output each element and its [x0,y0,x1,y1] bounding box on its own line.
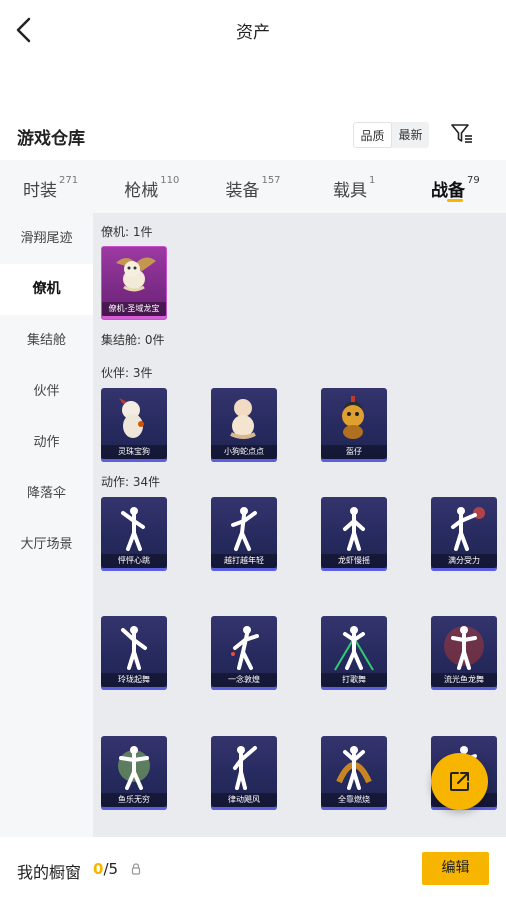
item-card[interactable]: 灵珠宝狗 [101,388,167,462]
item-name: 灵珠宝狗 [101,445,167,459]
item-name: 流光鱼龙舞 [431,673,497,687]
item-card[interactable]: 满分受力 [431,497,497,571]
dancer-silhouette-icon [444,626,484,670]
group-label-partner: 伙伴: 3件 [101,366,153,380]
dancer-silhouette-icon [231,626,259,670]
active-tab-indicator [447,199,464,202]
showcase-count-current: 0 [93,860,104,878]
item-grid: 僚机: 1件 僚机-圣域龙宝 集结舱: 0件 伙伴: 3件 灵珠宝狗 小狗蛇点点 [93,213,506,837]
item-card[interactable]: 小狗蛇点点 [211,388,277,462]
category-tabs: 时装271 枪械110 装备157 载具1 战备79 [0,160,506,213]
dancer-silhouette-icon [118,746,150,790]
dancer-silhouette-icon [451,507,485,551]
tab-vehicles[interactable]: 载具1 [304,160,405,213]
tab-guns[interactable]: 枪械110 [101,160,202,213]
dancer-silhouette-icon [336,746,372,790]
item-card[interactable]: 龙虾慢摇 [321,497,387,571]
tab-count: 79 [467,175,480,187]
tab-fashion[interactable]: 时装271 [0,160,101,213]
sidebar-item-partner[interactable]: 伙伴 [0,366,93,417]
item-name: 满分受力 [431,554,497,568]
item-name: 僚机-圣域龙宝 [102,302,166,316]
showcase-label: 我的橱窗 [17,863,82,882]
tab-label: 装备 [225,181,260,201]
dancer-silhouette-icon [231,507,257,551]
share-external-icon [450,772,469,791]
tab-combat-gear[interactable]: 战备79 [405,160,506,213]
sort-toggle: 品质 最新 [353,122,429,148]
item-card[interactable]: 越打越年轻 [211,497,277,571]
group-label-emote: 动作: 34件 [101,475,161,489]
item-card[interactable]: 一念敦煌 [211,616,277,690]
tab-count: 1 [369,175,376,187]
dancer-silhouette-icon [334,626,374,671]
sidebar-item-glide-trail[interactable]: 滑翔尾迹 [0,213,93,264]
showcase-count-total: /5 [103,860,119,878]
dancer-silhouette-icon [121,626,147,670]
sidebar-item-parachute[interactable]: 降落伞 [0,468,93,519]
item-card[interactable]: 怦怦心跳 [101,497,167,571]
item-name: 怦怦心跳 [101,554,167,568]
showcase-count: 0/5 [93,860,118,878]
sidebar-item-pod[interactable]: 集结舱 [0,315,93,366]
item-card[interactable]: 律动飓风 [211,736,277,810]
item-name: 一念敦煌 [211,673,277,687]
sidebar-item-lobby-scene[interactable]: 大厅场景 [0,519,93,570]
item-name: 玲珑起舞 [101,673,167,687]
share-fab-button[interactable] [431,753,488,810]
page-title: 资产 [236,23,270,43]
tab-label: 载具 [333,181,368,201]
item-name: 鱼乐无穷 [101,793,167,807]
item-name: 全靠燃烧 [321,793,387,807]
dancer-silhouette-icon [233,746,257,790]
item-card[interactable]: 盔仔 [321,388,387,462]
sort-latest-button[interactable]: 最新 [392,122,429,148]
tab-label: 战备 [431,181,466,201]
header: 资产 [0,0,506,60]
item-card[interactable]: 玲珑起舞 [101,616,167,690]
sidebar: 滑翔尾迹 僚机 集结舱 伙伴 动作 降落伞 大厅场景 [0,213,93,837]
lock-icon [131,863,141,875]
item-name: 小狗蛇点点 [211,445,277,459]
tab-label: 枪械 [124,181,159,201]
item-name: 打歌舞 [321,673,387,687]
bottom-bar: 我的橱窗 0/5 编辑 [0,837,506,897]
edit-button[interactable]: 编辑 [422,852,489,885]
tab-count: 110 [160,175,180,187]
tab-count: 157 [261,175,281,187]
item-name: 律动飓风 [211,793,277,807]
dog-partner-icon [119,398,144,438]
dancer-silhouette-icon [121,507,145,551]
tab-equipment[interactable]: 装备157 [202,160,303,213]
sidebar-item-emote[interactable]: 动作 [0,417,93,468]
snake-partner-icon [230,399,256,439]
sidebar-item-wingman[interactable]: 僚机 [0,264,93,315]
item-card[interactable]: 鱼乐无穷 [101,736,167,810]
group-label-pod: 集结舱: 0件 [101,333,165,347]
sort-quality-button[interactable]: 品质 [353,122,392,148]
filter-button[interactable] [450,122,474,146]
item-card[interactable]: 打歌舞 [321,616,387,690]
dancer-silhouette-icon [343,507,365,551]
helmet-partner-icon [342,396,364,439]
group-label-wingman: 僚机: 1件 [101,225,153,239]
dragon-pet-icon [116,257,156,292]
item-name: 龙虾慢摇 [321,554,387,568]
item-name: 越打越年轻 [211,554,277,568]
item-card[interactable]: 流光鱼龙舞 [431,616,497,690]
item-name: 盔仔 [321,445,387,459]
tab-label: 时装 [23,181,58,201]
warehouse-title: 游戏仓库 [17,129,85,149]
item-card[interactable]: 全靠燃烧 [321,736,387,810]
item-card[interactable]: 僚机-圣域龙宝 [101,246,167,320]
filter-icon [451,124,472,143]
tab-count: 271 [59,175,79,187]
